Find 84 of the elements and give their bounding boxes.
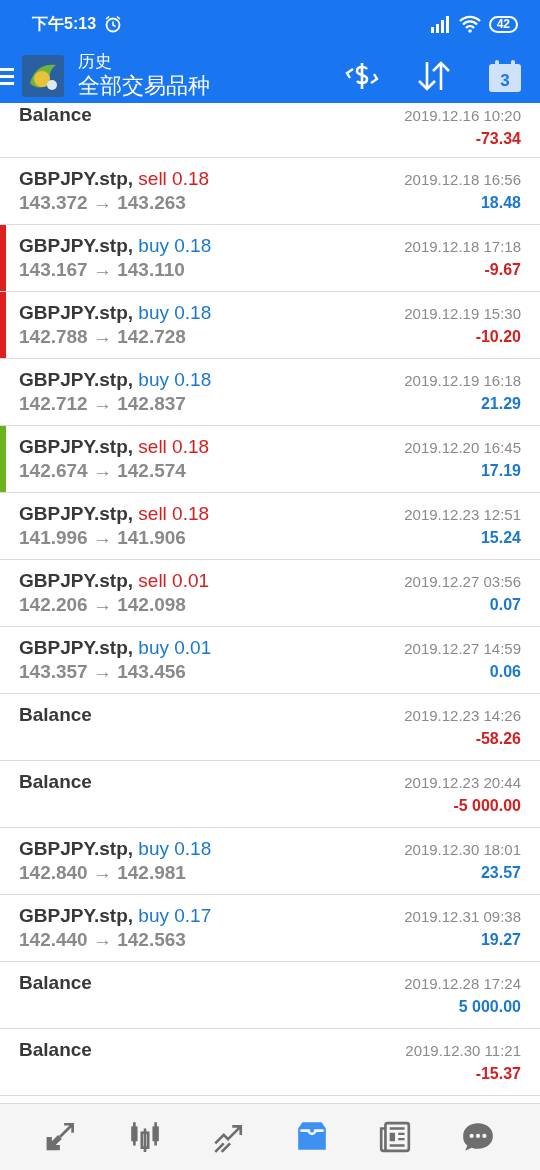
battery-level: 42 (488, 15, 518, 33)
history-row[interactable]: GBPJPY.stp, sell 0.18 143.372 → 143.263 2019.12.18 16:56 18.48 (0, 158, 540, 225)
price-range: 142.840 → 142.981 (19, 861, 187, 885)
trade-title: GBPJPY.stp, buy 0.17 (19, 905, 212, 926)
profit-value: -10.20 (475, 327, 521, 347)
trade-title: GBPJPY.stp, buy 0.01 (19, 637, 212, 658)
price-range: 143.167 → 143.110 (19, 258, 186, 282)
balance-label: Balance (19, 704, 92, 725)
deal-time: 2019.12.23 20:44 (404, 773, 521, 793)
profit-value: 15.24 (480, 528, 521, 548)
history-row[interactable]: GBPJPY.stp, buy 0.18 143.167 → 143.110 2019.12.18 17:18 -9.67 (0, 225, 540, 292)
price-range: 143.372 → 143.263 (19, 191, 187, 215)
app-logo-icon (22, 54, 64, 97)
deal-time: 2019.12.27 03:56 (404, 572, 521, 592)
deal-time: 2019.12.19 15:30 (404, 304, 521, 324)
profit-value: 23.57 (480, 863, 521, 883)
trade-title: GBPJPY.stp, buy 0.18 (19, 302, 212, 323)
screen-title: 历史 (78, 51, 113, 72)
price-range: 141.996 → 141.906 (19, 526, 187, 550)
trade-title: GBPJPY.stp, sell 0.18 (19, 436, 210, 457)
history-row[interactable]: Balance 2019.12.23 20:44 -5 000.00 (0, 761, 540, 828)
symbol-filter[interactable]: 全部交易品种 (78, 71, 344, 100)
history-row[interactable]: GBPJPY.stp, sell 0.01 142.206 → 142.098 2019.12.27 03:56 0.07 (0, 560, 540, 627)
deal-time: 2019.12.18 17:18 (404, 237, 521, 257)
balance-label: Balance (19, 972, 92, 993)
price-range: 142.440 → 142.563 (19, 928, 187, 952)
history-row[interactable]: GBPJPY.stp, buy 0.18 142.788 → 142.728 2019.12.19 15:30 -10.20 (0, 292, 540, 359)
chat-icon[interactable] (461, 1120, 496, 1154)
deal-time: 2019.12.19 16:18 (404, 371, 521, 391)
alarm-icon (104, 15, 123, 33)
history-row[interactable]: GBPJPY.stp, buy 0.17 142.440 → 142.563 2019.12.31 09:38 19.27 (0, 895, 540, 962)
history-row[interactable]: GBPJPY.stp, buy 0.18 142.712 → 142.837 2019.12.19 16:18 21.29 (0, 359, 540, 426)
trade-title: GBPJPY.stp, buy 0.18 (19, 369, 212, 390)
deal-time: 2019.12.30 18:01 (404, 840, 521, 860)
menu-icon[interactable] (0, 65, 14, 86)
history-row[interactable]: Balance 2019.12.23 14:26 -58.26 (0, 694, 540, 761)
news-icon[interactable] (377, 1120, 412, 1154)
balance-label: Balance (19, 1039, 92, 1060)
deal-time: 2019.12.20 16:45 (404, 438, 521, 458)
profit-value: -5 000.00 (453, 796, 521, 816)
history-row[interactable]: Balance 2019.12.30 11:21 -15.37 (0, 1029, 540, 1096)
deal-time: 2019.12.23 14:26 (404, 706, 521, 726)
status-time: 下午5:13 (32, 13, 97, 34)
wifi-icon (458, 15, 481, 33)
price-range: 143.357 → 143.456 (19, 660, 187, 684)
history-row[interactable]: GBPJPY.stp, buy 0.01 143.357 → 143.456 2019.12.27 14:59 0.06 (0, 627, 540, 694)
deal-time: 2019.12.31 09:38 (404, 907, 521, 927)
currency-exchange-icon[interactable] (344, 60, 380, 91)
candlestick-icon[interactable] (128, 1120, 162, 1154)
balance-label: Balance (19, 104, 92, 125)
balance-label: Balance (19, 771, 92, 792)
profit-value: 21.29 (480, 394, 521, 414)
trade-title: GBPJPY.stp, buy 0.18 (19, 838, 212, 859)
sort-icon[interactable] (416, 59, 452, 92)
profit-value: -58.26 (475, 729, 521, 749)
price-range: 142.712 → 142.837 (19, 392, 187, 416)
profit-value: -15.37 (475, 1064, 521, 1084)
trade-title: GBPJPY.stp, sell 0.18 (19, 168, 210, 189)
history-row[interactable]: GBPJPY.stp, sell 0.18 142.674 → 142.574 2019.12.20 16:45 17.19 (0, 426, 540, 493)
profit-value: -73.34 (475, 129, 521, 149)
history-row[interactable]: GBPJPY.stp, buy 0.18 142.840 → 142.981 2019.12.30 18:01 23.57 (0, 828, 540, 895)
profit-value: 17.19 (480, 461, 521, 481)
signal-icon (428, 15, 451, 33)
profit-value: -9.67 (484, 260, 521, 280)
trade-title: GBPJPY.stp, sell 0.18 (19, 503, 210, 524)
history-row[interactable]: Balance 2019.12.28 17:24 5 000.00 (0, 962, 540, 1029)
profit-value: 5 000.00 (458, 997, 521, 1017)
profit-value: 0.06 (489, 662, 521, 682)
deal-time: 2019.12.30 11:21 (405, 1041, 521, 1061)
deal-time: 2019.12.28 17:24 (404, 974, 521, 994)
deal-time: 2019.12.18 16:56 (404, 170, 521, 190)
price-range: 142.206 → 142.098 (19, 593, 187, 617)
profit-value: 0.07 (489, 595, 521, 615)
deal-time: 2019.12.23 12:51 (404, 505, 521, 525)
price-range: 142.674 → 142.574 (19, 459, 187, 483)
deal-time: 2019.12.27 14:59 (404, 639, 521, 659)
deal-time: 2019.12.16 10:20 (404, 106, 521, 126)
price-range: 142.788 → 142.728 (19, 325, 187, 349)
profit-value: 19.27 (480, 930, 521, 950)
trade-title: GBPJPY.stp, buy 0.18 (19, 235, 212, 256)
history-row[interactable]: GBPJPY.stp, sell 0.18 141.996 → 141.906 2019.12.23 12:51 15.24 (0, 493, 540, 560)
trade-title: GBPJPY.stp, sell 0.01 (19, 570, 210, 591)
history-row[interactable]: Balance 2019.12.16 10:20 -73.34 (0, 103, 540, 158)
profit-value: 18.48 (480, 193, 521, 213)
